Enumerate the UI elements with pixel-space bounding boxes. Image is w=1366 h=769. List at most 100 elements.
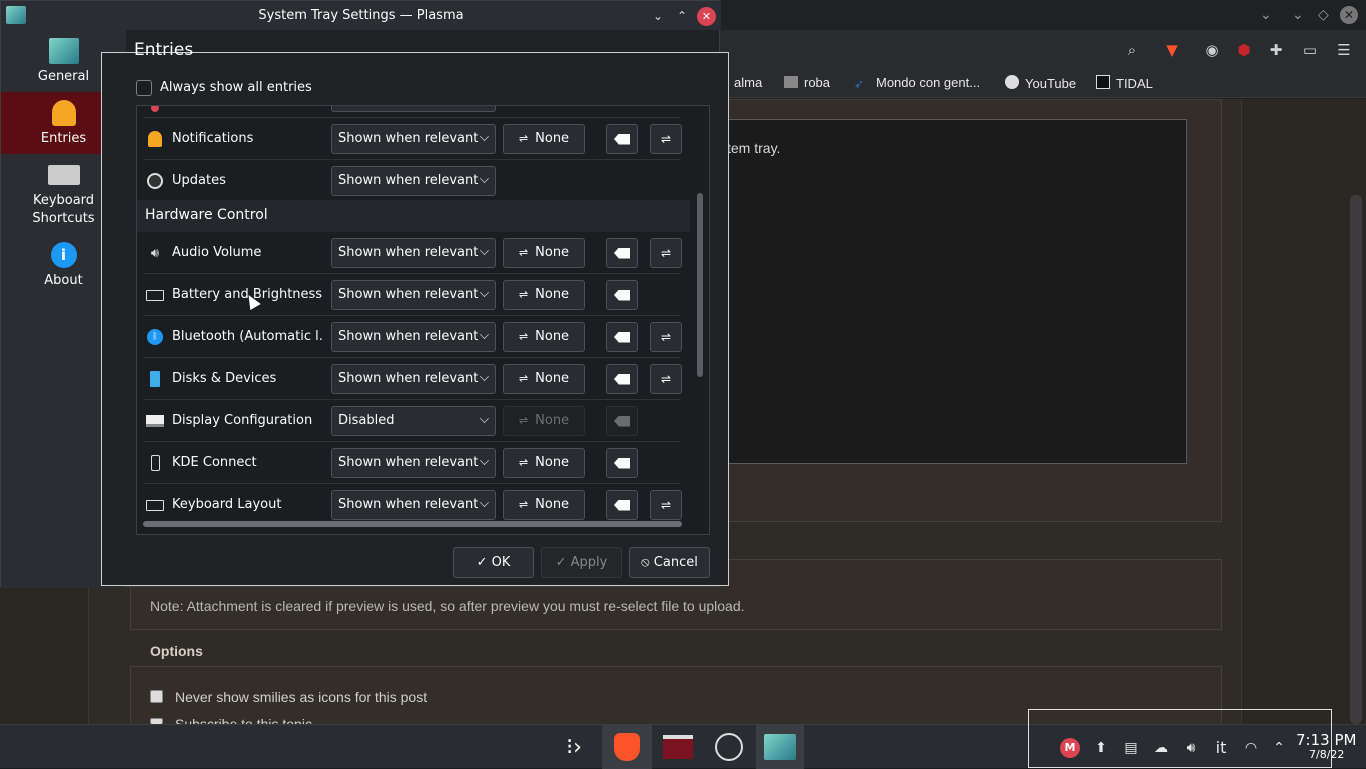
keyboard-layout-indicator[interactable]: it bbox=[1211, 738, 1231, 758]
mega-icon[interactable]: M bbox=[1060, 738, 1080, 758]
zoom-icon[interactable]: ⌕ bbox=[1122, 40, 1142, 60]
shortcut-button[interactable]: ⇌ None bbox=[503, 124, 585, 154]
list-horizontal-scrollbar[interactable] bbox=[143, 521, 682, 527]
ok-button[interactable]: ✓ OK bbox=[453, 547, 534, 578]
minimize-icon[interactable]: ⌄ bbox=[649, 7, 667, 25]
chevron-down-icon bbox=[480, 456, 489, 465]
list-vertical-scrollbar[interactable] bbox=[697, 193, 703, 377]
maximize-icon[interactable]: ◇ bbox=[1318, 7, 1329, 23]
shortcut-button[interactable]: ⇌ None bbox=[503, 238, 585, 268]
configure-button[interactable]: ⇌ bbox=[650, 124, 682, 154]
cloud-icon[interactable]: ☁ bbox=[1151, 738, 1171, 758]
no-smilies-checkbox[interactable] bbox=[150, 690, 163, 703]
updates-icon[interactable]: ⬆ bbox=[1091, 738, 1111, 758]
incognito-icon[interactable]: ◉ bbox=[1202, 40, 1222, 60]
clear-shortcut-button[interactable] bbox=[606, 448, 638, 478]
brave-icon[interactable] bbox=[602, 725, 652, 769]
visibility-combo[interactable]: Disabled bbox=[331, 406, 496, 436]
visibility-combo[interactable]: Shown when relevant bbox=[331, 448, 496, 478]
visibility-combo[interactable]: Shown when relevant bbox=[331, 166, 496, 196]
chevron-down-icon bbox=[480, 288, 489, 297]
bookmarks-bar: alma roba ➶ Mondo con gent... YouTube TID… bbox=[720, 70, 1366, 98]
page-scrollbar[interactable] bbox=[1350, 195, 1362, 724]
speaker-icon: 🔊︎ bbox=[150, 245, 160, 261]
bookmark-roba[interactable]: roba bbox=[784, 75, 830, 90]
chevron-down-icon bbox=[480, 498, 489, 507]
shortcut-button[interactable]: ⇌ None bbox=[503, 364, 585, 394]
bell-icon bbox=[47, 96, 81, 130]
backspace-icon bbox=[614, 133, 630, 145]
backspace-icon bbox=[614, 415, 630, 427]
visibility-combo[interactable] bbox=[331, 106, 496, 112]
backspace-icon bbox=[614, 457, 630, 469]
entry-notifications: Notifications Shown when relevant ⇌ None … bbox=[144, 118, 682, 160]
cancel-button[interactable]: ⦸ Cancel bbox=[629, 547, 710, 578]
configure-button[interactable]: ⇌ bbox=[650, 364, 682, 394]
shortcut-button[interactable]: ⇌ None bbox=[503, 322, 585, 352]
entry-name: Notifications bbox=[172, 131, 254, 146]
clipboard-icon[interactable]: ▤ bbox=[1121, 738, 1141, 758]
options-title: Options bbox=[150, 643, 203, 659]
settings-app-icon[interactable] bbox=[756, 725, 804, 769]
clear-shortcut-button[interactable] bbox=[606, 490, 638, 520]
visibility-combo[interactable]: Shown when relevant bbox=[331, 490, 496, 520]
clear-shortcut-button[interactable] bbox=[606, 364, 638, 394]
minimize-icon[interactable]: ⌄ bbox=[1292, 7, 1304, 23]
always-show-all-checkbox[interactable] bbox=[136, 80, 152, 96]
entry-display-configuration: Display Configuration Disabled ⇌ None bbox=[144, 400, 680, 442]
configure-button[interactable]: ⇌ bbox=[650, 490, 682, 520]
configure-button[interactable]: ⇌ bbox=[650, 238, 682, 268]
visibility-combo[interactable]: Shown when relevant bbox=[331, 322, 496, 352]
entry-name: Bluetooth (Automatic l... bbox=[172, 329, 324, 344]
backspace-icon bbox=[614, 331, 630, 343]
bookmark-mondo[interactable]: ➶ Mondo con gent... bbox=[854, 75, 980, 91]
shortcut-button[interactable]: ⇌ None bbox=[503, 280, 585, 310]
visibility-combo[interactable]: Shown when relevant bbox=[331, 124, 496, 154]
chevron-down-icon bbox=[480, 330, 489, 339]
extensions-icon[interactable]: ✚ bbox=[1266, 40, 1286, 60]
menu-icon[interactable]: ☰ bbox=[1334, 40, 1354, 60]
updates-icon bbox=[146, 172, 164, 190]
wifi-icon[interactable]: ◠ bbox=[1241, 738, 1261, 758]
visibility-combo[interactable]: Shown when relevant bbox=[331, 238, 496, 268]
wallet-icon[interactable]: ▭ bbox=[1300, 40, 1320, 60]
bookmark-youtube[interactable]: YouTube bbox=[1005, 75, 1076, 91]
chevron-down-icon[interactable]: ⌄ bbox=[1260, 7, 1272, 23]
clear-shortcut-button[interactable] bbox=[606, 238, 638, 268]
check-icon: ✓ bbox=[555, 555, 571, 570]
clock-date[interactable]: 7/8/22 bbox=[1309, 748, 1344, 761]
entry-bluetooth: ᛒ Bluetooth (Automatic l... Shown when r… bbox=[144, 316, 682, 358]
brave-shield-icon[interactable]: ▼ bbox=[1162, 40, 1182, 60]
phone-icon bbox=[146, 454, 164, 472]
list-item bbox=[144, 106, 680, 118]
maximize-icon[interactable]: ⌃ bbox=[673, 7, 691, 25]
clock-time[interactable]: 7:13 PM bbox=[1296, 731, 1356, 749]
info-icon: i bbox=[47, 238, 81, 272]
bookmark-tidal[interactable]: TIDAL bbox=[1096, 75, 1153, 91]
configure-icon: ⇌ bbox=[660, 372, 672, 386]
speaker-icon[interactable]: 🔊︎ bbox=[1181, 738, 1201, 758]
close-icon[interactable]: ✕ bbox=[697, 7, 716, 26]
files-icon[interactable] bbox=[654, 725, 702, 769]
window-titlebar: System Tray Settings — Plasma ⌄ ⌃ ✕ bbox=[1, 1, 721, 30]
clear-shortcut-button[interactable] bbox=[606, 280, 638, 310]
configure-button[interactable]: ⇌ bbox=[650, 322, 682, 352]
apply-button[interactable]: ✓ Apply bbox=[541, 547, 622, 578]
kickoff-icon[interactable]: ⁝› bbox=[550, 725, 598, 769]
chevron-up-icon[interactable]: ⌃ bbox=[1269, 738, 1289, 758]
clear-shortcut-button[interactable] bbox=[606, 406, 638, 436]
visibility-combo[interactable]: Shown when relevant bbox=[331, 364, 496, 394]
shortcut-button[interactable]: ⇌ None bbox=[503, 448, 585, 478]
youtube-icon bbox=[1005, 75, 1019, 89]
clear-shortcut-button[interactable] bbox=[606, 124, 638, 154]
clear-shortcut-button[interactable] bbox=[606, 322, 638, 352]
ublock-icon[interactable]: ⬢ bbox=[1234, 40, 1254, 60]
configure-icon: ⇌ bbox=[660, 498, 672, 512]
close-icon[interactable]: ✕ bbox=[1340, 6, 1358, 24]
visibility-combo[interactable]: Shown when relevant bbox=[331, 280, 496, 310]
entry-name: Disks & Devices bbox=[172, 371, 277, 386]
shortcut-button[interactable]: ⇌ None bbox=[503, 490, 585, 520]
backspace-icon bbox=[614, 499, 630, 511]
shortcut-button[interactable]: ⇌ None bbox=[503, 406, 585, 436]
clock-app-icon[interactable] bbox=[705, 725, 753, 769]
